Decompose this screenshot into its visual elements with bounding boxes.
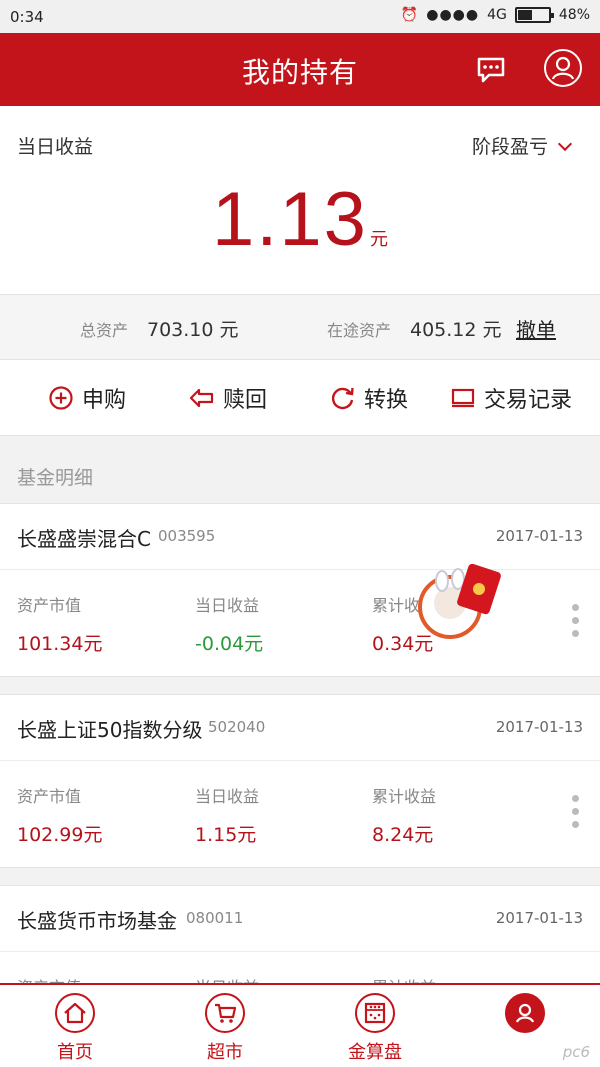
user-icon xyxy=(505,993,545,1033)
fund-header: 长盛盛崇混合C 003595 2017-01-13 xyxy=(0,504,600,570)
fund-date: 2017-01-13 xyxy=(495,527,583,545)
watermark: pc6 xyxy=(562,1043,590,1061)
trade-records-button[interactable]: 交易记录 xyxy=(450,382,572,414)
chat-icon[interactable] xyxy=(473,51,509,87)
earnings-label: 当日收益 xyxy=(17,136,94,158)
fund-name: 长盛上证50指数分级 xyxy=(17,718,203,742)
cart-icon xyxy=(205,993,245,1033)
convert-label: 转换 xyxy=(364,388,409,413)
fund-code: 003595 xyxy=(158,527,216,545)
status-time: 0:34 xyxy=(10,8,44,26)
nav-abacus[interactable]: 金算盘 xyxy=(315,993,435,1064)
fund-name: 长盛货币市场基金 xyxy=(17,909,177,933)
fund-code: 502040 xyxy=(208,718,266,736)
earnings-unit: 元 xyxy=(369,229,388,250)
earnings-value: 1.13 xyxy=(212,177,368,262)
fund-name: 长盛盛崇混合C xyxy=(17,527,151,551)
total-assets-label: 总资产 xyxy=(80,321,129,340)
user-icon[interactable] xyxy=(544,49,582,87)
refresh-icon xyxy=(331,387,354,410)
action-bar: 申购 赎回 转换 交易记录 xyxy=(0,360,600,436)
home-icon xyxy=(55,993,95,1033)
daily-profit-value: 1.15元 xyxy=(195,824,257,846)
transit-assets-value: 405.12 元 xyxy=(410,319,502,341)
more-options-icon[interactable] xyxy=(572,795,580,835)
fund-date: 2017-01-13 xyxy=(495,718,583,736)
battery-percent: 48% xyxy=(558,7,590,23)
total-profit-value: 8.24元 xyxy=(372,824,434,846)
fund-code: 080011 xyxy=(186,909,244,927)
fund-header: 长盛货币市场基金 080011 2017-01-13 xyxy=(0,886,600,952)
redeem-button[interactable]: 赎回 xyxy=(187,382,267,414)
daily-profit-label: 当日收益 xyxy=(195,596,260,615)
earnings-panel: 当日收益 阶段盈亏 1.13 元 xyxy=(0,106,600,294)
period-select[interactable]: 阶段盈亏 xyxy=(471,132,573,159)
monitor-icon xyxy=(451,388,475,408)
cancel-order-link[interactable]: 撤单 xyxy=(516,314,556,343)
fund-card[interactable]: 长盛货币市场基金 080011 2017-01-13 资产市值 当日收益 累计收… xyxy=(0,885,600,997)
fund-date: 2017-01-13 xyxy=(495,909,583,927)
chevron-down-icon xyxy=(557,136,573,151)
convert-button[interactable]: 转换 xyxy=(330,382,408,414)
redeem-label: 赎回 xyxy=(223,388,268,413)
abacus-icon xyxy=(355,993,395,1033)
total-profit-label: 累计收益 xyxy=(372,787,437,806)
red-packet-icon[interactable] xyxy=(416,557,504,645)
nav-home[interactable]: 首页 xyxy=(15,993,135,1064)
more-options-icon[interactable] xyxy=(572,604,580,644)
daily-profit-value: -0.04元 xyxy=(195,633,264,655)
market-value: 101.34元 xyxy=(17,633,103,655)
status-icons: ⏰ ●●●● 4G 48% xyxy=(401,7,590,23)
fund-card[interactable]: 长盛上证50指数分级 502040 2017-01-13 资产市值 当日收益 累… xyxy=(0,694,600,868)
battery-fill xyxy=(517,10,533,20)
total-assets-value: 703.10 元 xyxy=(147,319,239,341)
network-type: 4G xyxy=(487,7,507,23)
fund-metrics: 资产市值 当日收益 累计收益 102.99元 1.15元 8.24元 xyxy=(0,761,600,867)
bottom-nav: 首页 超市 金算盘 pc6 xyxy=(0,983,600,1067)
status-bar: 0:34 ⏰ ●●●● 4G 48% xyxy=(0,0,600,33)
nav-market[interactable]: 超市 xyxy=(165,993,285,1064)
market-value: 102.99元 xyxy=(17,824,103,846)
market-value-label: 资产市值 xyxy=(17,596,82,615)
nav-abacus-label: 金算盘 xyxy=(348,1042,402,1063)
nav-holdings[interactable] xyxy=(465,993,585,1038)
signal-dots-icon: ●●●● xyxy=(426,7,480,23)
earnings-amount: 1.13 元 xyxy=(0,176,600,263)
period-label: 阶段盈亏 xyxy=(471,136,548,158)
trade-records-label: 交易记录 xyxy=(484,388,573,413)
page-title: 我的持有 xyxy=(241,56,358,89)
fund-metrics: 资产市值 当日收益 累计收益 101.34元 -0.04元 0.34元 xyxy=(0,570,600,676)
purchase-label: 申购 xyxy=(82,388,127,413)
app-header: 我的持有 xyxy=(0,33,600,106)
fund-header: 长盛上证50指数分级 502040 2017-01-13 xyxy=(0,695,600,761)
market-value-label: 资产市值 xyxy=(17,787,82,806)
transit-assets-label: 在途资产 xyxy=(327,321,392,340)
battery-icon xyxy=(514,7,554,23)
nav-home-label: 首页 xyxy=(57,1042,93,1063)
fund-details-heading: 基金明细 xyxy=(17,467,94,489)
fund-card[interactable]: 长盛盛崇混合C 003595 2017-01-13 资产市值 当日收益 累计收益… xyxy=(0,503,600,677)
daily-profit-label: 当日收益 xyxy=(195,787,260,806)
nav-market-label: 超市 xyxy=(207,1042,243,1063)
alarm-icon: ⏰ xyxy=(400,7,419,23)
arrow-left-icon xyxy=(189,388,214,408)
asset-summary: 总资产 703.10 元 在途资产 405.12 元 撤单 xyxy=(0,294,600,360)
plus-circle-icon xyxy=(49,386,73,410)
purchase-button[interactable]: 申购 xyxy=(48,382,126,414)
